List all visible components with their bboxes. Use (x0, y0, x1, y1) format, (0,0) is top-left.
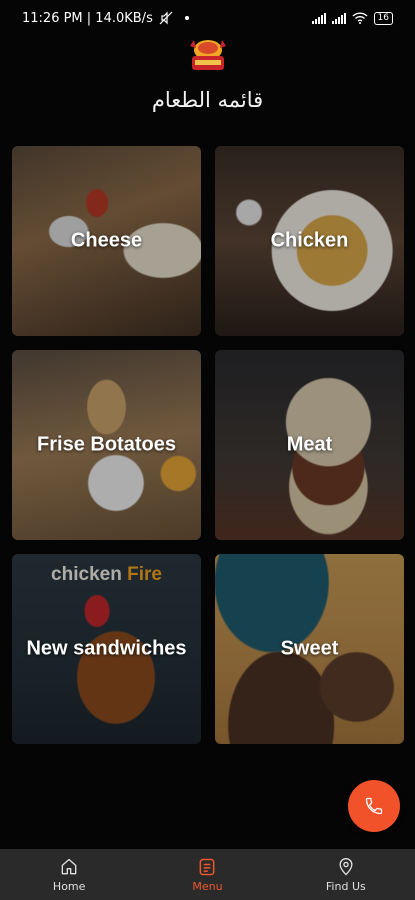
category-label: New sandwiches (26, 637, 187, 660)
category-card-cheese[interactable]: Cheese (12, 146, 201, 336)
category-label: Chicken (270, 229, 349, 252)
home-icon (61, 858, 77, 874)
location-pin-icon (339, 857, 353, 875)
nav-find-us[interactable]: Find Us (277, 849, 415, 900)
status-time: 11:26 PM | 14.0KB/s (22, 10, 153, 26)
bottom-nav: Home Menu Find Us (0, 849, 415, 900)
category-label: Meat (286, 433, 333, 456)
call-button[interactable] (348, 780, 400, 832)
status-bar: 11:26 PM | 14.0KB/s 16 (0, 0, 415, 36)
nav-home[interactable]: Home (0, 849, 138, 900)
nav-home-label: Home (52, 879, 86, 893)
nav-find-us-label: Find Us (325, 879, 366, 893)
page-title: قائمه الطعام (151, 88, 264, 112)
nav-menu[interactable]: Menu (138, 849, 276, 900)
category-grid: Cheese Chicken Frise Botatoes Meat chick… (12, 146, 404, 744)
category-label: Frise Botatoes (37, 433, 176, 456)
mute-icon (159, 11, 173, 25)
menu-icon (200, 858, 215, 875)
category-label: Sweet (280, 637, 339, 660)
notification-dot (184, 16, 189, 20)
signal-icon-2 (331, 12, 346, 24)
burger-logo-icon (190, 40, 226, 70)
category-card-chicken[interactable]: Chicken (215, 146, 404, 336)
category-card-new-sandwiches[interactable]: chicken Fire New sandwiches (12, 554, 201, 744)
signal-icon (311, 12, 326, 24)
battery-icon: 16 (373, 11, 393, 25)
category-card-sweet[interactable]: Sweet (215, 554, 404, 744)
wifi-icon (352, 12, 368, 24)
category-card-meat[interactable]: Meat (215, 350, 404, 540)
nav-menu-label: Menu (192, 879, 223, 893)
phone-icon (365, 797, 383, 815)
category-label: Cheese (70, 229, 143, 252)
category-card-frise-botatoes[interactable]: Frise Botatoes (12, 350, 201, 540)
